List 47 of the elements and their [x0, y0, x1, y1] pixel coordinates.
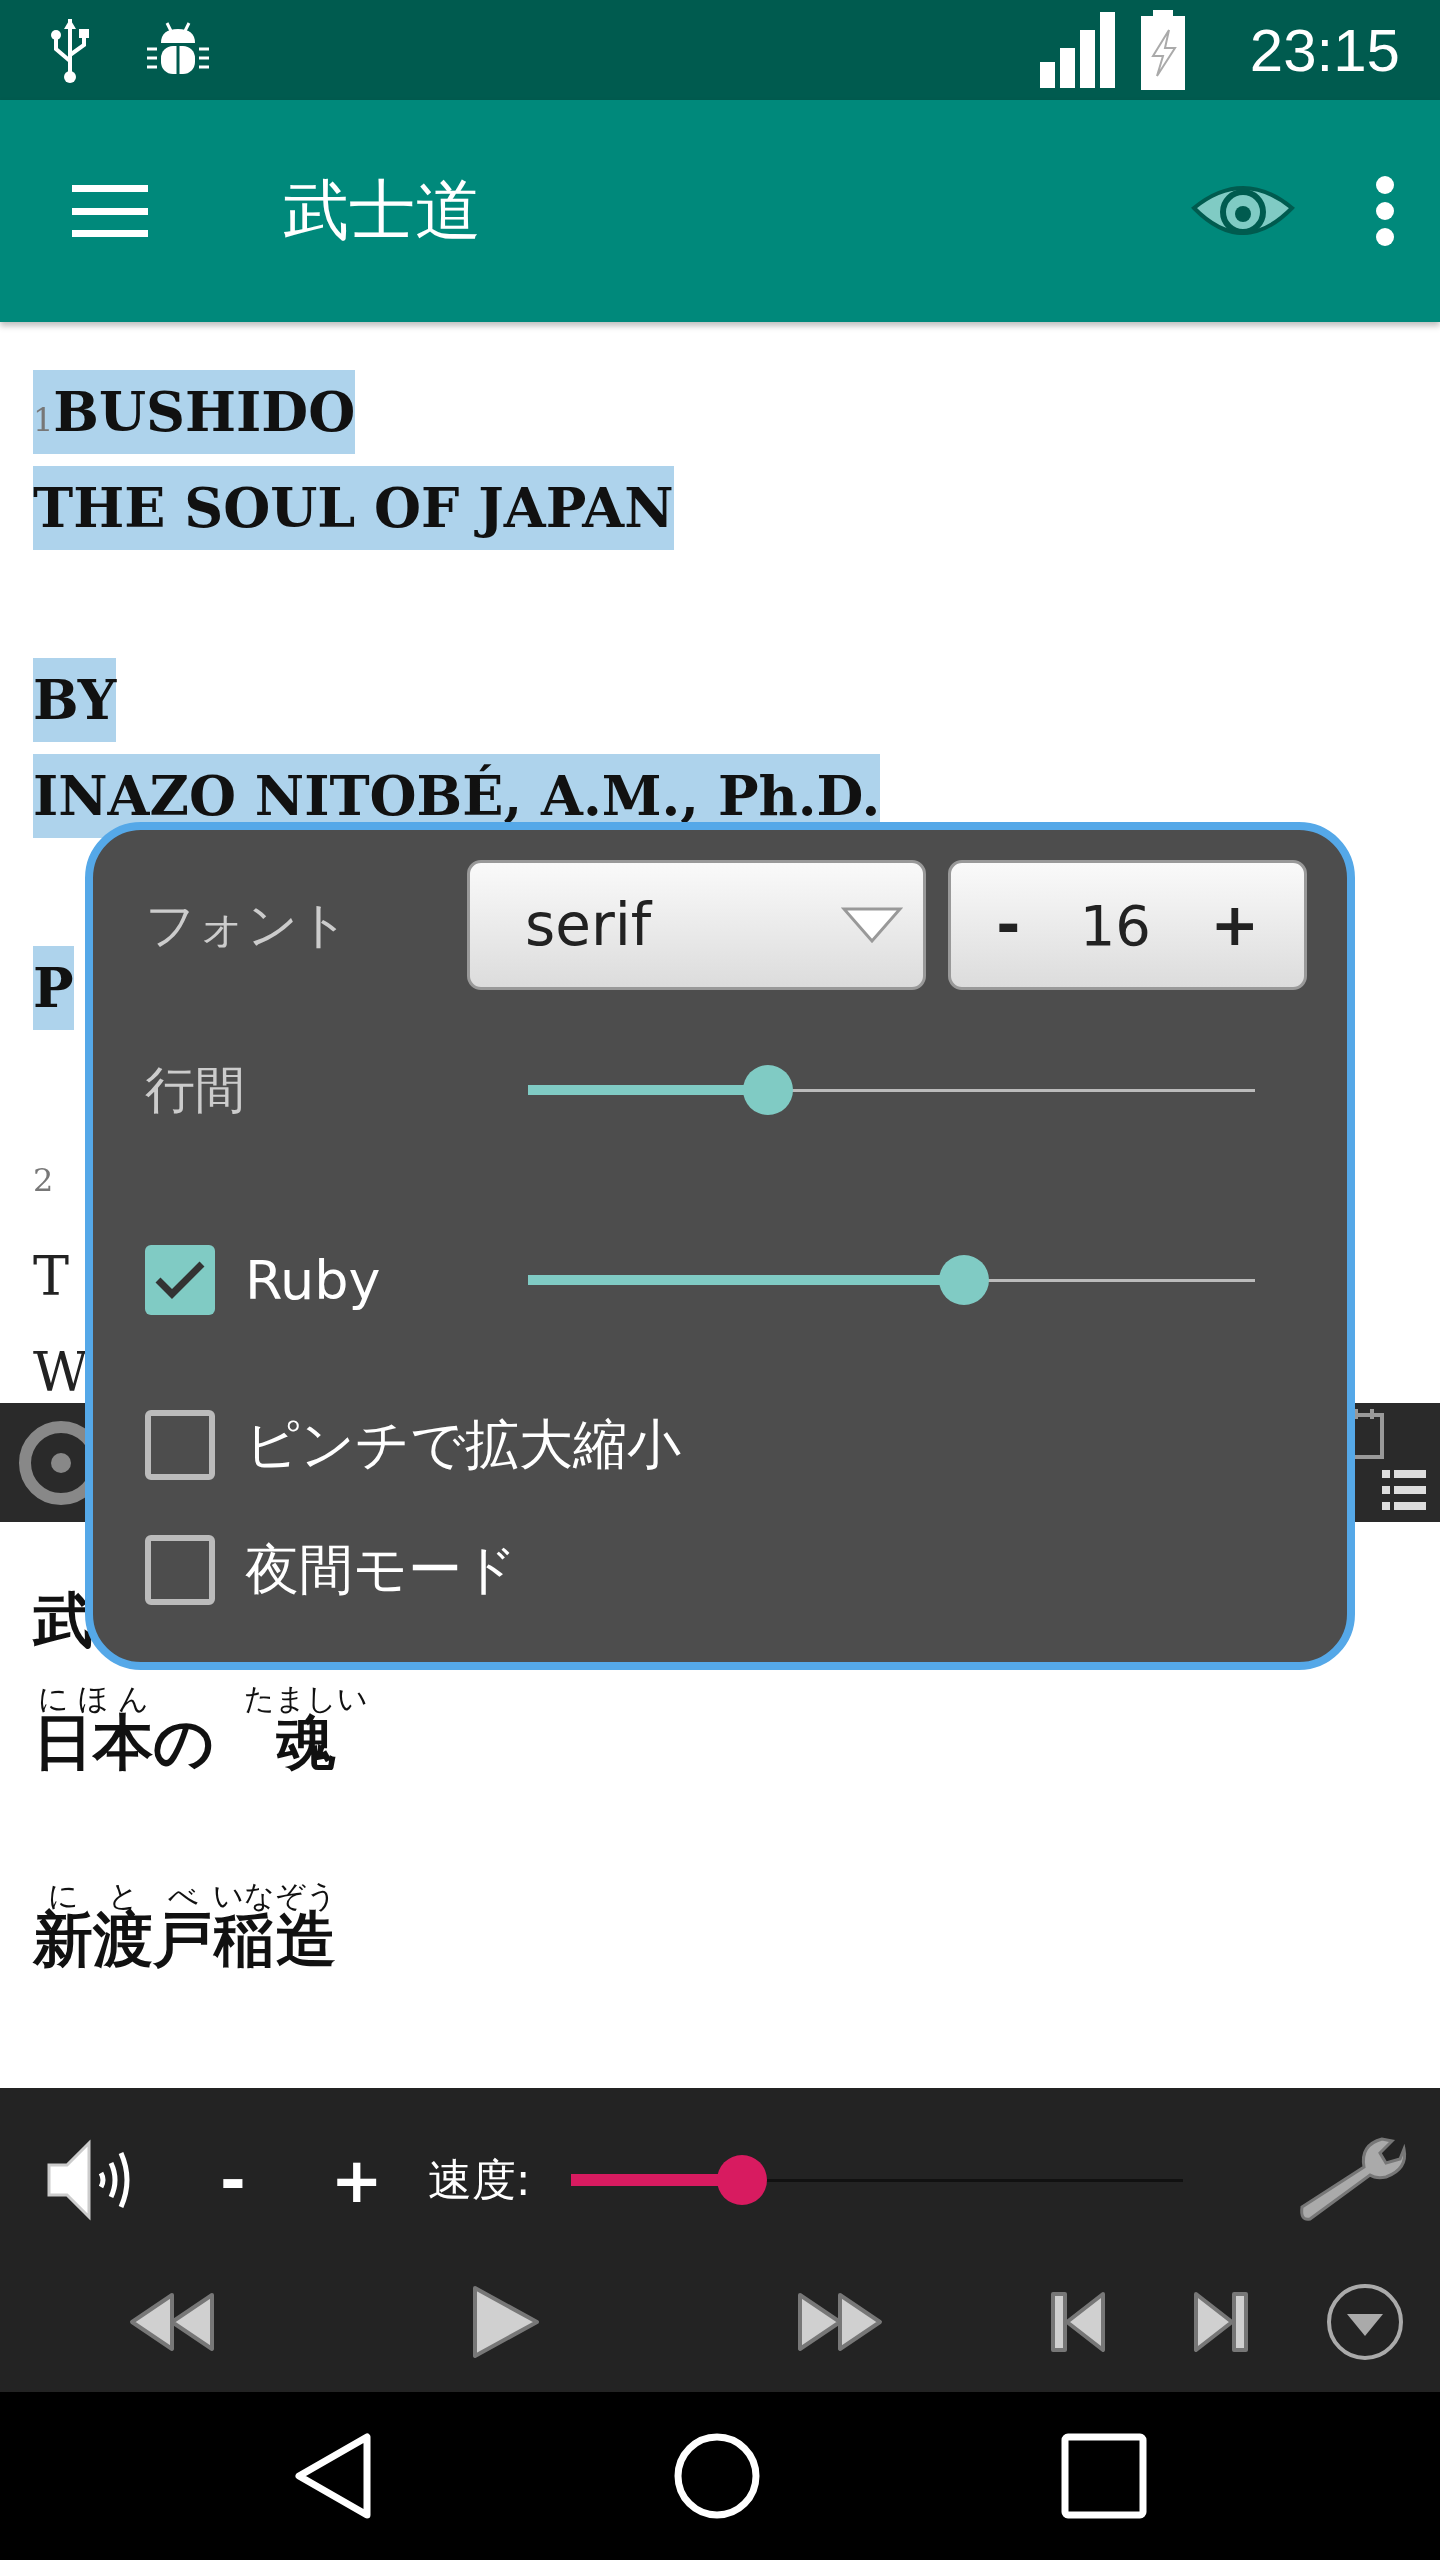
back-icon[interactable] [293, 2433, 373, 2519]
body-text: T [33, 1243, 70, 1310]
rewind-icon[interactable] [128, 2291, 216, 2354]
checkbox[interactable] [145, 1535, 215, 1605]
font-label: フォント [145, 894, 349, 956]
setting-label: ピンチで拡大縮小 [245, 1411, 681, 1478]
checkmark-icon [154, 1260, 206, 1300]
checkbox[interactable] [145, 1410, 215, 1480]
setting-label: 夜間モード [245, 1536, 517, 1603]
paragraph-number: 1 [33, 401, 54, 439]
home-icon[interactable] [673, 2432, 761, 2520]
setting-label: Ruby [245, 1248, 381, 1312]
play-icon[interactable] [471, 2284, 541, 2361]
skip-previous-icon[interactable] [1049, 2290, 1107, 2355]
kanji-text: の [153, 1707, 214, 1777]
speed-label: 速度: [427, 2152, 531, 2207]
body-text: W [33, 1339, 89, 1403]
speed-slider[interactable] [570, 2155, 1183, 2206]
signal-icon [1039, 12, 1116, 88]
font-select[interactable]: serif [467, 860, 927, 990]
paragraph-number: 2 [33, 1161, 54, 1199]
decrease-button[interactable]: - [981, 891, 1036, 959]
volume-up-button[interactable]: + [330, 2143, 383, 2217]
heading-text: 1BUSHIDO [33, 370, 356, 454]
setting-slider[interactable] [528, 1065, 1255, 1115]
skip-next-icon[interactable] [1192, 2290, 1250, 2355]
usb-icon [50, 17, 90, 83]
recents-icon[interactable] [1061, 2433, 1147, 2519]
increase-button[interactable]: + [1195, 891, 1274, 959]
more-options-icon[interactable] [1375, 176, 1395, 246]
caret-icon [841, 905, 904, 945]
collapse-down-icon[interactable] [1325, 2282, 1405, 2363]
menu-icon[interactable] [72, 185, 148, 237]
clock-time: 23:15 [1249, 15, 1400, 85]
font-size-value: 16 [1079, 892, 1151, 958]
battery-icon [1140, 10, 1185, 90]
checkbox[interactable] [145, 1245, 215, 1315]
heading-text: THE SOUL OF JAPAN [33, 466, 674, 550]
slider-thumb[interactable] [742, 1065, 793, 1115]
volume-down-button[interactable]: - [220, 2143, 246, 2217]
heading-text: BY [33, 658, 117, 742]
heading-text: P [33, 946, 74, 1030]
setting-slider[interactable] [528, 1255, 1255, 1305]
fast-forward-icon[interactable] [796, 2291, 884, 2354]
setting-label: 行間 [145, 1059, 245, 1121]
app-title: 武士道 [283, 171, 481, 251]
list-icon[interactable] [1382, 1470, 1426, 1510]
